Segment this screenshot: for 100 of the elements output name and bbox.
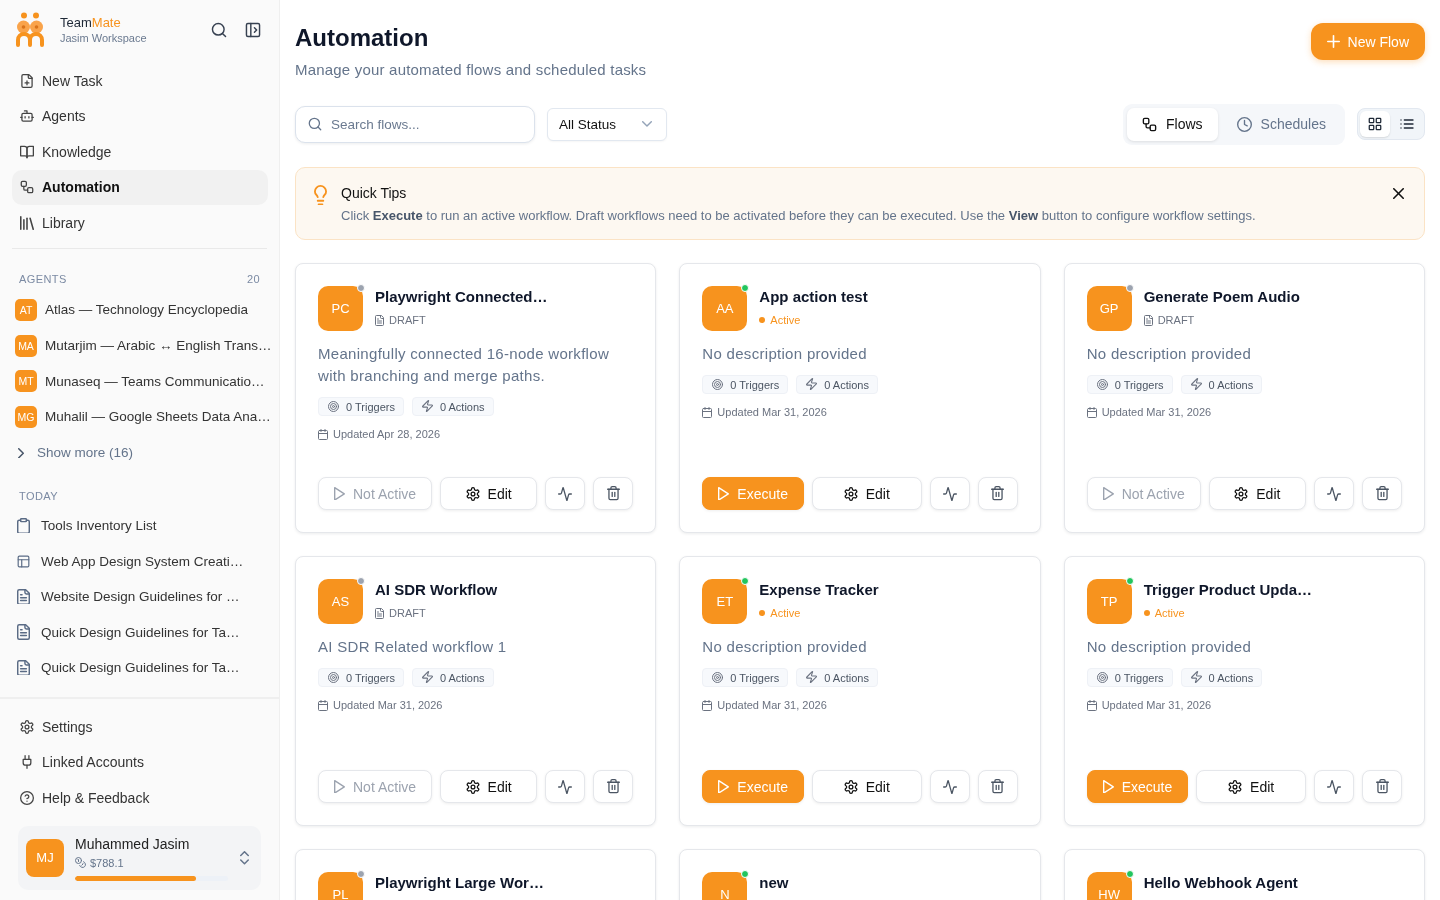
target-icon <box>712 379 724 390</box>
book-icon <box>20 144 34 159</box>
edit-button[interactable]: Edit <box>1196 770 1306 803</box>
settings-icon <box>465 779 480 794</box>
updated-date: Updated Mar 31, 2026 <box>1101 405 1212 419</box>
active-dot-icon <box>759 317 766 323</box>
search-field[interactable]: Search flows... <box>295 105 535 143</box>
trash-icon <box>606 486 620 501</box>
flow-title: AI SDR Workflow <box>375 580 498 600</box>
delete-button[interactable] <box>593 477 634 510</box>
logo-icon <box>15 12 45 47</box>
nav-item[interactable]: Automation <box>12 169 268 205</box>
flow-status: Active <box>770 314 801 326</box>
agent-item[interactable]: AT Atlas — Technology Encyclopedia <box>12 292 267 328</box>
activity-button[interactable] <box>545 770 586 803</box>
lightning-icon <box>806 671 818 684</box>
user-balance: $788.1 <box>90 855 124 870</box>
trash-icon <box>991 779 1005 794</box>
tips-text: Click Execute to run an active workflow. Draft workflows need to be activated before they can be executed. Use the View button to configure workflow settings. <box>341 207 1257 225</box>
activity-button[interactable] <box>545 477 586 510</box>
chevron-down-icon <box>642 121 652 127</box>
delete-button[interactable] <box>1362 770 1402 803</box>
history-item[interactable]: Website Design Guidelines for … <box>12 578 267 615</box>
plus-icon <box>1326 35 1340 48</box>
nav-item[interactable]: Knowledge <box>12 134 268 170</box>
nav-item[interactable]: New Task <box>12 63 268 99</box>
flow-description: No description provided <box>702 344 868 364</box>
flow-avatar: GP <box>1086 286 1132 331</box>
edit-button[interactable]: Edit <box>811 770 922 803</box>
settings-icon <box>843 486 858 501</box>
history-item[interactable]: Quick Design Guidelines for Ta… <box>12 649 267 686</box>
delete-button[interactable] <box>1362 477 1402 510</box>
edit-button[interactable]: Edit <box>440 477 538 510</box>
show-more-button[interactable]: Show more (16) <box>12 434 267 471</box>
agent-item[interactable]: MG Muhalil — Google Sheets Data Ana… <box>12 399 267 435</box>
grid-view-button[interactable] <box>1360 111 1390 137</box>
search-icon[interactable] <box>211 21 227 38</box>
calendar-icon <box>1086 406 1097 418</box>
flow-avatar: PC <box>318 286 363 331</box>
sidebar-toggle-icon[interactable] <box>245 21 261 38</box>
tab[interactable]: Flows <box>1127 107 1218 141</box>
updated-date: Updated Mar 31, 2026 <box>717 698 827 712</box>
updated-date: Updated Mar 31, 2026 <box>1101 698 1212 712</box>
page-subtitle: Manage your automated flows and scheduled tasks <box>295 60 647 80</box>
flow-title: Trigger Product Upda… <box>1143 580 1312 600</box>
section-title: TODAY <box>19 489 58 502</box>
close-icon <box>1392 187 1404 199</box>
workflow-icon <box>20 180 34 195</box>
edit-button[interactable]: Edit <box>440 770 538 803</box>
delete-button[interactable] <box>977 770 1018 803</box>
triggers-count: 0 Triggers <box>730 671 780 684</box>
document-icon <box>1143 314 1153 326</box>
calendar-icon <box>702 699 713 711</box>
activity-icon <box>942 779 957 794</box>
flow-status: DRAFT <box>389 314 426 326</box>
status-filter-dropdown[interactable]: All Status <box>547 107 667 141</box>
flow-description: No description provided <box>1086 637 1253 657</box>
updated-date: Updated Mar 31, 2026 <box>717 405 827 419</box>
flow-status: DRAFT <box>1157 314 1195 326</box>
agent-count: 20 <box>246 273 260 285</box>
delete-button[interactable] <box>977 477 1018 510</box>
help-icon <box>20 790 34 805</box>
activity-icon <box>1327 779 1341 794</box>
nav-item[interactable]: Agents <box>12 98 268 134</box>
settings-icon <box>1234 486 1249 501</box>
active-dot-icon <box>759 610 766 616</box>
edit-button[interactable]: Edit <box>811 477 922 510</box>
nav-item[interactable]: Help & Feedback <box>12 779 268 816</box>
activity-button[interactable] <box>1314 477 1354 510</box>
flow-avatar: AA <box>702 286 748 331</box>
nav-item[interactable]: Library <box>12 205 268 241</box>
agent-item[interactable]: MT Munaseq — Teams Communicatio… <box>12 363 267 400</box>
history-item[interactable]: Tools Inventory List <box>12 507 267 544</box>
nav-item[interactable]: Linked Accounts <box>12 744 268 780</box>
history-item[interactable]: Web App Design System Creati… <box>12 543 267 579</box>
flow-title: Generate Poem Audio <box>1143 287 1300 307</box>
nav-item[interactable]: Settings <box>12 708 268 745</box>
account-switcher[interactable]: MJ Muhammed Jasim $788.1 <box>18 825 261 890</box>
history-item[interactable]: Quick Design Guidelines for Ta… <box>12 614 267 650</box>
target-icon <box>712 672 724 683</box>
calendar-icon <box>1086 699 1097 711</box>
lightning-icon <box>421 671 433 684</box>
active-dot-icon <box>1143 610 1150 616</box>
library-icon <box>20 215 34 230</box>
activity-button[interactable] <box>1314 770 1354 803</box>
delete-button[interactable] <box>593 770 634 803</box>
brand-name: TeamMate <box>60 14 122 31</box>
edit-button[interactable]: Edit <box>1208 477 1306 510</box>
triggers-count: 0 Triggers <box>730 378 780 391</box>
settings-icon <box>843 779 858 794</box>
activity-button[interactable] <box>929 477 970 510</box>
flow-avatar: N <box>702 872 748 900</box>
lightning-icon <box>1190 378 1202 391</box>
tab[interactable]: Schedules <box>1221 107 1341 141</box>
updated-date: Updated Mar 31, 2026 <box>333 698 443 712</box>
flow-title: new <box>759 873 789 893</box>
lightning-icon <box>806 378 818 391</box>
robot-icon <box>20 109 34 124</box>
activity-button[interactable] <box>929 770 970 803</box>
trash-icon <box>991 486 1005 501</box>
